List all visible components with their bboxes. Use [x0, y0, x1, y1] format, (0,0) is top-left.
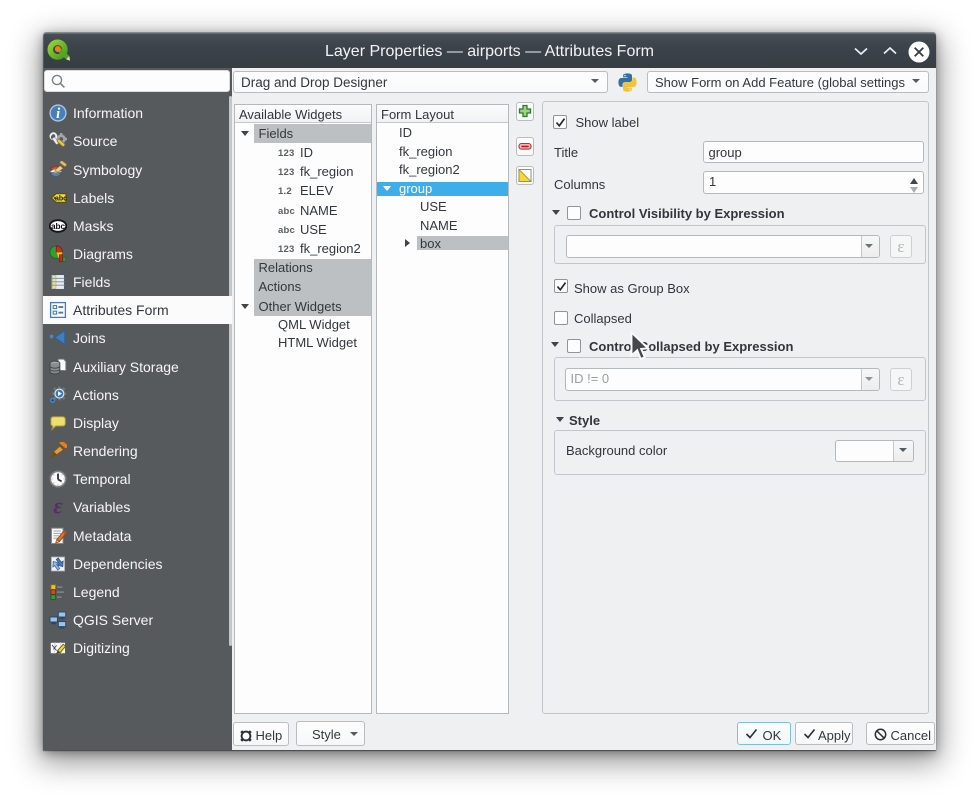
svg-text:abc: abc: [51, 222, 66, 231]
svg-text:abc: abc: [55, 195, 67, 202]
svg-text:ε: ε: [53, 498, 63, 516]
svg-text:i: i: [56, 106, 60, 122]
